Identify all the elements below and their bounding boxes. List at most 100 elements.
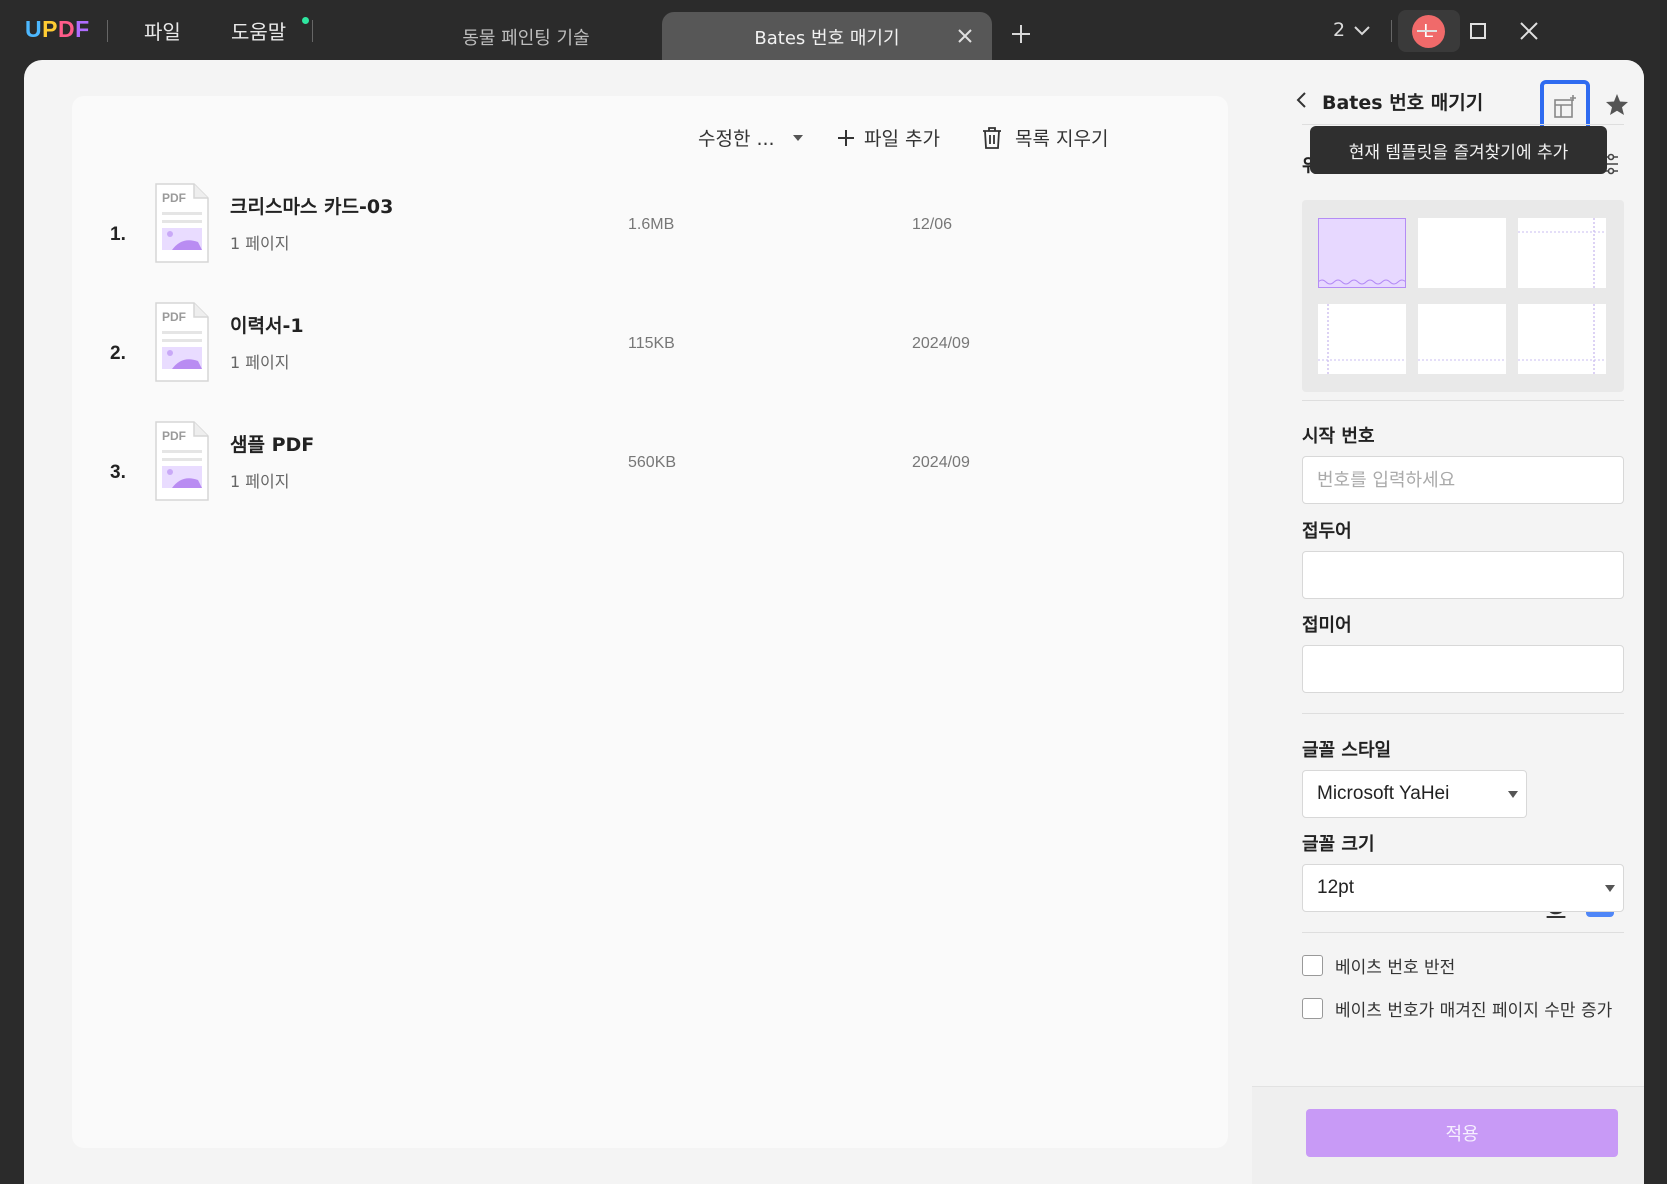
- position-selector: [1302, 200, 1624, 392]
- template-add-icon: [1554, 95, 1576, 118]
- divider: [107, 20, 108, 42]
- file-row[interactable]: 3. PDF 샘플 PDF 1 페이지 560KB 2024/09: [72, 420, 1228, 530]
- row-index: 1.: [110, 224, 126, 245]
- title-bar: UPDF 파일 도움말 동물 페인팅 기술 Bates 번호 매기기 2 L: [0, 0, 1667, 62]
- checkbox-label: 베이츠 번호 반전: [1335, 958, 1456, 978]
- bates-settings-panel: Bates 번호 매기기 현재 템플릿을 즐겨찾기에 추가 위치: [1252, 60, 1644, 1184]
- file-row[interactable]: 2. PDF 이력서-1 1 페이지 115KB 2024/09: [72, 301, 1228, 411]
- font-style-label: 글꼴 스타일: [1302, 740, 1392, 761]
- reverse-bates-checkbox[interactable]: 베이츠 번호 반전: [1302, 953, 1455, 978]
- caret-down-icon: [1508, 791, 1518, 798]
- close-tab-icon[interactable]: [954, 25, 976, 47]
- star-icon[interactable]: [1604, 92, 1630, 118]
- start-number-label: 시작 번호: [1302, 426, 1375, 447]
- font-size-select[interactable]: 12pt: [1302, 864, 1624, 912]
- row-index: 3.: [110, 462, 126, 483]
- sort-dropdown[interactable]: 수정한 ...: [698, 124, 805, 151]
- tab-label: Bates 번호 매기기: [754, 28, 900, 49]
- tab-bates-numbering[interactable]: Bates 번호 매기기: [662, 12, 992, 62]
- suffix-input[interactable]: [1302, 645, 1624, 693]
- add-file-label: 파일 추가: [864, 128, 940, 150]
- notification-dot: [302, 17, 309, 24]
- file-name: 샘플 PDF: [230, 434, 315, 456]
- caret-down-icon: [792, 134, 803, 141]
- file-page-count: 1 페이지: [230, 472, 290, 491]
- tab-animal-painting[interactable]: 동물 페인팅 기술: [390, 12, 662, 62]
- file-row[interactable]: 1. PDF 크리스마스 카드-03 1 페이지 1.6MB 12/06: [72, 182, 1228, 292]
- divider: [312, 20, 313, 42]
- file-list-area: 수정한 ... 파일 추가 목록 지우기 1. PDF 크리스마스 카드-03 …: [72, 96, 1228, 1148]
- position-bottom-right[interactable]: [1518, 304, 1606, 374]
- divider: [1302, 124, 1624, 125]
- divider: [1302, 932, 1624, 933]
- position-top-left[interactable]: [1318, 218, 1406, 288]
- position-guide-icon: [1418, 359, 1506, 361]
- tab-label: 동물 페인팅 기술: [462, 28, 590, 49]
- divider: [1302, 713, 1624, 714]
- svg-text:PDF: PDF: [162, 310, 186, 324]
- new-tab-icon[interactable]: [1008, 21, 1034, 47]
- pdf-file-icon: PDF: [155, 183, 209, 263]
- font-family-select[interactable]: Microsoft YaHei: [1302, 770, 1527, 818]
- plus-icon: [838, 129, 854, 146]
- pdf-file-icon: PDF: [155, 302, 209, 382]
- divider: [1302, 400, 1624, 401]
- font-family-value: Microsoft YaHei: [1317, 783, 1450, 804]
- position-guide-icon: [1518, 304, 1606, 374]
- file-date: 12/06: [912, 216, 953, 233]
- svg-text:PDF: PDF: [162, 191, 186, 205]
- checkbox[interactable]: [1302, 998, 1323, 1019]
- clear-list-button[interactable]: 목록 지우기: [981, 124, 1108, 151]
- panel-header: Bates 번호 매기기: [1252, 76, 1644, 134]
- position-top-center[interactable]: [1418, 218, 1506, 288]
- checkbox-label: 베이츠 번호가 매겨진 페이지 수만 증가: [1335, 1001, 1613, 1021]
- position-bottom-left[interactable]: [1318, 304, 1406, 374]
- window-count: 2: [1333, 19, 1346, 41]
- suffix-label: 접미어: [1302, 615, 1352, 636]
- main-window: 수정한 ... 파일 추가 목록 지우기 1. PDF 크리스마스 카드-03 …: [24, 60, 1644, 1184]
- position-bottom-center[interactable]: [1418, 304, 1506, 374]
- font-size-value: 12pt: [1317, 877, 1354, 898]
- checkbox[interactable]: [1302, 955, 1323, 976]
- sort-label: 수정한 ...: [698, 128, 775, 150]
- panel-footer: 적용: [1252, 1086, 1644, 1184]
- position-guide-icon: [1318, 279, 1406, 285]
- maximize-icon[interactable]: [1463, 16, 1493, 46]
- chevron-down-icon: [1354, 26, 1370, 36]
- font-size-label: 글꼴 크기: [1302, 834, 1375, 855]
- file-date: 2024/09: [912, 335, 970, 352]
- add-file-button[interactable]: 파일 추가: [836, 124, 940, 151]
- updf-logo[interactable]: UPDF: [25, 16, 90, 43]
- panel-title: Bates 번호 매기기: [1322, 92, 1484, 114]
- menu-file[interactable]: 파일: [144, 16, 181, 45]
- window-count-dropdown[interactable]: 2: [1333, 19, 1371, 41]
- file-page-count: 1 페이지: [230, 234, 290, 253]
- file-size: 1.6MB: [628, 216, 675, 233]
- file-name: 이력서-1: [230, 315, 304, 337]
- file-size: 560KB: [628, 454, 677, 471]
- file-name: 크리스마스 카드-03: [230, 196, 394, 218]
- position-guide-icon: [1518, 218, 1606, 288]
- prefix-input[interactable]: [1302, 551, 1624, 599]
- position-guide-icon: [1318, 304, 1406, 374]
- caret-down-icon: [1605, 885, 1615, 892]
- pdf-file-icon: PDF: [155, 421, 209, 501]
- file-page-count: 1 페이지: [230, 353, 290, 372]
- trash-icon: [983, 126, 1001, 149]
- position-top-right[interactable]: [1518, 218, 1606, 288]
- divider: [1391, 20, 1392, 42]
- window-edge: [1644, 60, 1667, 1184]
- close-window-icon[interactable]: [1514, 16, 1544, 46]
- tooltip: 현재 템플릿을 즐겨찾기에 추가: [1310, 126, 1607, 174]
- back-arrow-icon[interactable]: [1293, 90, 1311, 110]
- clear-list-label: 목록 지우기: [1015, 128, 1109, 150]
- start-number-input[interactable]: [1302, 456, 1624, 504]
- file-size: 115KB: [628, 335, 675, 352]
- increment-numbered-pages-checkbox[interactable]: 베이츠 번호가 매겨진 페이지 수만 증가: [1302, 996, 1612, 1021]
- file-date: 2024/09: [912, 454, 970, 471]
- prefix-label: 접두어: [1302, 521, 1352, 542]
- apply-button[interactable]: 적용: [1306, 1109, 1618, 1157]
- menu-help[interactable]: 도움말: [231, 16, 286, 45]
- minimize-icon[interactable]: [1412, 16, 1442, 46]
- row-index: 2.: [110, 343, 126, 364]
